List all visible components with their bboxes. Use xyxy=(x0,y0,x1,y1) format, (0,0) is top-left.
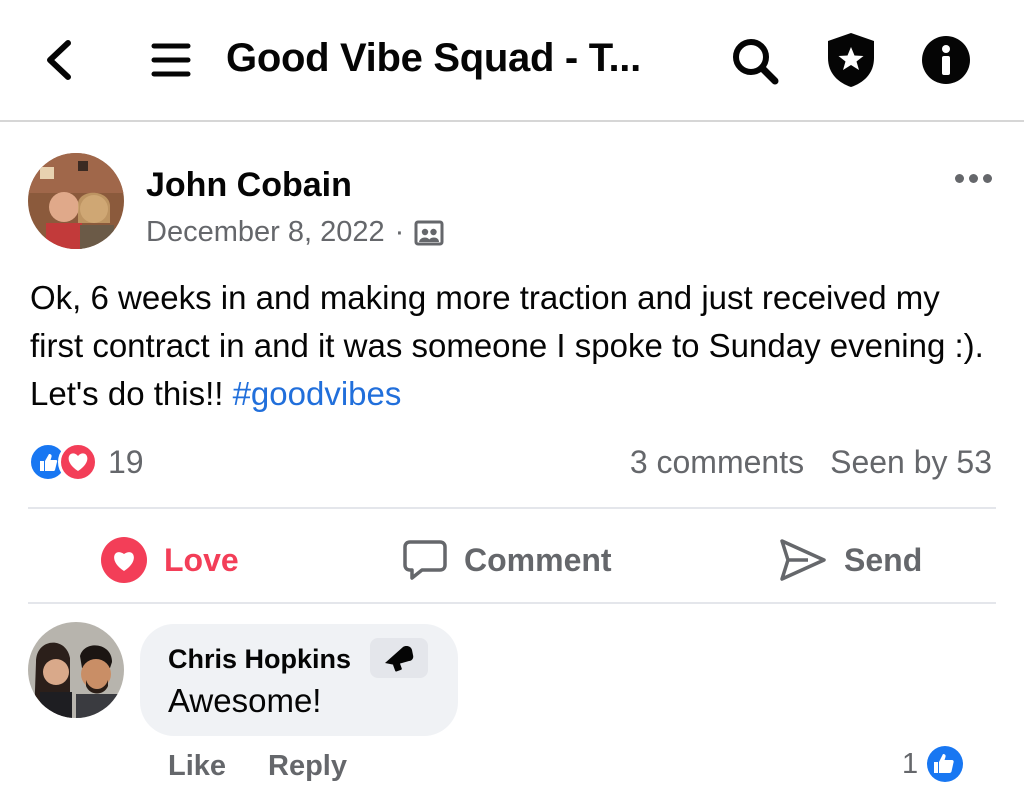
like-reaction-icon xyxy=(926,745,964,783)
search-icon[interactable] xyxy=(728,34,782,88)
meta-separator: · xyxy=(394,216,405,248)
love-label: Love xyxy=(164,541,239,578)
back-arrow-icon[interactable] xyxy=(38,38,78,82)
post-meta: December 8, 2022 · xyxy=(146,216,444,249)
comments-count-link[interactable]: 3 comments xyxy=(630,444,804,481)
admin-shield-icon[interactable] xyxy=(824,30,878,90)
info-icon[interactable] xyxy=(920,34,972,86)
post-text: Ok, 6 weeks in and making more traction … xyxy=(30,279,984,412)
commenter-avatar[interactable] xyxy=(28,622,124,718)
reaction-count: 19 xyxy=(108,443,144,480)
post-stats: 3 comments Seen by 53 xyxy=(630,444,992,481)
love-reaction-icon xyxy=(58,442,98,482)
send-button[interactable]: Send xyxy=(778,532,922,588)
seen-by-link[interactable]: Seen by 53 xyxy=(830,444,992,481)
hashtag-link[interactable]: #goodvibes xyxy=(233,375,402,412)
more-options-icon[interactable] xyxy=(955,174,992,183)
love-icon xyxy=(100,536,148,584)
send-icon xyxy=(778,537,828,583)
author-avatar[interactable] xyxy=(28,153,124,249)
rising-star-badge-icon[interactable] xyxy=(370,638,428,678)
send-label: Send xyxy=(844,541,923,578)
comment-like-button[interactable]: Like xyxy=(168,750,226,783)
menu-icon[interactable] xyxy=(148,38,194,82)
comment-icon xyxy=(402,538,448,582)
top-nav-bar: Good Vibe Squad - T... xyxy=(0,0,1024,122)
comment-label: Comment xyxy=(464,541,612,578)
divider xyxy=(28,507,996,509)
comment-text: Awesome! xyxy=(168,682,322,719)
post-date[interactable]: December 8, 2022 xyxy=(146,216,385,249)
group-members-icon xyxy=(414,218,444,248)
comment-like-number: 1 xyxy=(902,747,919,780)
post-author-name[interactable]: John Cobain xyxy=(146,166,352,205)
post-body: Ok, 6 weeks in and making more traction … xyxy=(30,274,1000,418)
page-title[interactable]: Good Vibe Squad - T... xyxy=(226,36,641,81)
reaction-summary[interactable]: 19 xyxy=(28,442,144,482)
comment-reply-button[interactable]: Reply xyxy=(268,750,347,783)
love-button[interactable]: Love xyxy=(100,532,239,588)
comment-button[interactable]: Comment xyxy=(402,532,612,588)
divider xyxy=(28,602,996,604)
comment-like-count[interactable]: 1 xyxy=(902,745,964,783)
commenter-name[interactable]: Chris Hopkins xyxy=(168,644,351,675)
